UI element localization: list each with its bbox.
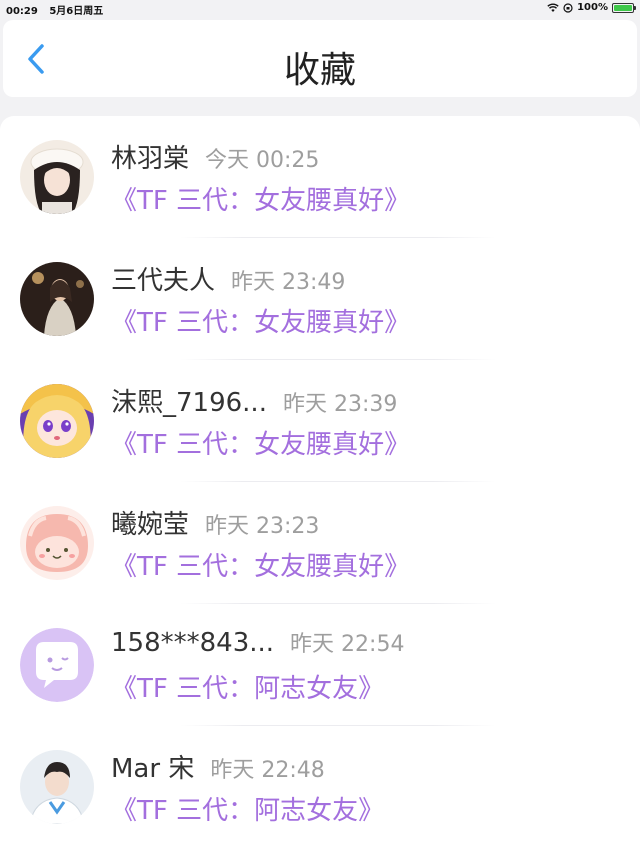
favorite-title[interactable]: 《TF 三代：阿志女友》 xyxy=(111,790,384,827)
status-time: 00:29 xyxy=(6,6,38,17)
timestamp: 昨天 22:48 xyxy=(210,758,325,783)
status-right: 100% xyxy=(547,2,636,13)
rotation-lock-icon xyxy=(563,2,573,13)
list-item[interactable]: 三代夫人 昨天 23:49 《TF 三代：女友腰真好》 xyxy=(0,238,640,360)
name-line: Mar 宋昨天 22:48 xyxy=(111,748,325,785)
favorite-title[interactable]: 《TF 三代：女友腰真好》 xyxy=(111,546,410,583)
name-line: 曦婉莹 昨天 23:23 xyxy=(111,504,319,541)
avatar[interactable] xyxy=(20,750,94,824)
wifi-icon xyxy=(547,3,559,12)
name-line: 林羽棠 今天 00:25 xyxy=(111,138,319,175)
battery-percent: 100% xyxy=(577,2,608,13)
user-name: 林羽棠 xyxy=(111,144,190,174)
avatar[interactable] xyxy=(20,384,94,458)
status-bar: 00:29 5月6日周五 100% xyxy=(0,0,640,17)
name-line: 158***843... 昨天 22:54 xyxy=(111,626,404,658)
avatar[interactable] xyxy=(20,140,94,214)
list-item[interactable]: 沫熙_7196... 昨天 23:39 《TF 三代：女友腰真好》 xyxy=(0,360,640,482)
avatar[interactable] xyxy=(20,628,94,702)
avatar[interactable] xyxy=(20,262,94,336)
list-item[interactable]: Mar 宋昨天 22:48 《TF 三代：阿志女友》 xyxy=(0,726,640,848)
status-date: 5月6日周五 xyxy=(49,6,104,17)
timestamp: 昨天 23:39 xyxy=(282,392,398,417)
header: 收藏 xyxy=(3,20,637,97)
list-item[interactable]: 158***843... 昨天 22:54 《TF 三代：阿志女友》 xyxy=(0,604,640,726)
timestamp: 今天 00:25 xyxy=(205,148,320,173)
status-left: 00:29 5月6日周五 xyxy=(6,2,111,17)
favorite-title[interactable]: 《TF 三代：阿志女友》 xyxy=(111,668,384,705)
timestamp: 昨天 23:23 xyxy=(205,514,320,539)
battery-icon xyxy=(612,2,636,13)
avatar[interactable] xyxy=(20,506,94,580)
favorite-title[interactable]: 《TF 三代：女友腰真好》 xyxy=(111,180,410,217)
user-name: 曦婉莹 xyxy=(111,510,190,540)
favorite-title[interactable]: 《TF 三代：女友腰真好》 xyxy=(111,424,410,461)
favorites-list: 林羽棠 今天 00:25 《TF 三代：女友腰真好》 三代夫人 昨天 23:49 《… xyxy=(0,116,640,861)
user-name: 沫熙_7196... xyxy=(111,388,267,418)
timestamp: 昨天 22:54 xyxy=(290,632,405,657)
user-name: Mar 宋 xyxy=(111,754,195,784)
page-title: 收藏 xyxy=(283,50,356,91)
user-name: 158***843... xyxy=(111,628,275,658)
name-line: 三代夫人 昨天 23:49 xyxy=(111,260,345,297)
timestamp: 昨天 23:49 xyxy=(231,270,346,295)
name-line: 沫熙_7196... 昨天 23:39 xyxy=(111,382,397,419)
list-item[interactable]: 曦婉莹 昨天 23:23 《TF 三代：女友腰真好》 xyxy=(0,482,640,604)
user-name: 三代夫人 xyxy=(111,266,216,296)
list-item[interactable]: 林羽棠 今天 00:25 《TF 三代：女友腰真好》 xyxy=(0,116,640,238)
favorite-title[interactable]: 《TF 三代：女友腰真好》 xyxy=(111,302,410,339)
